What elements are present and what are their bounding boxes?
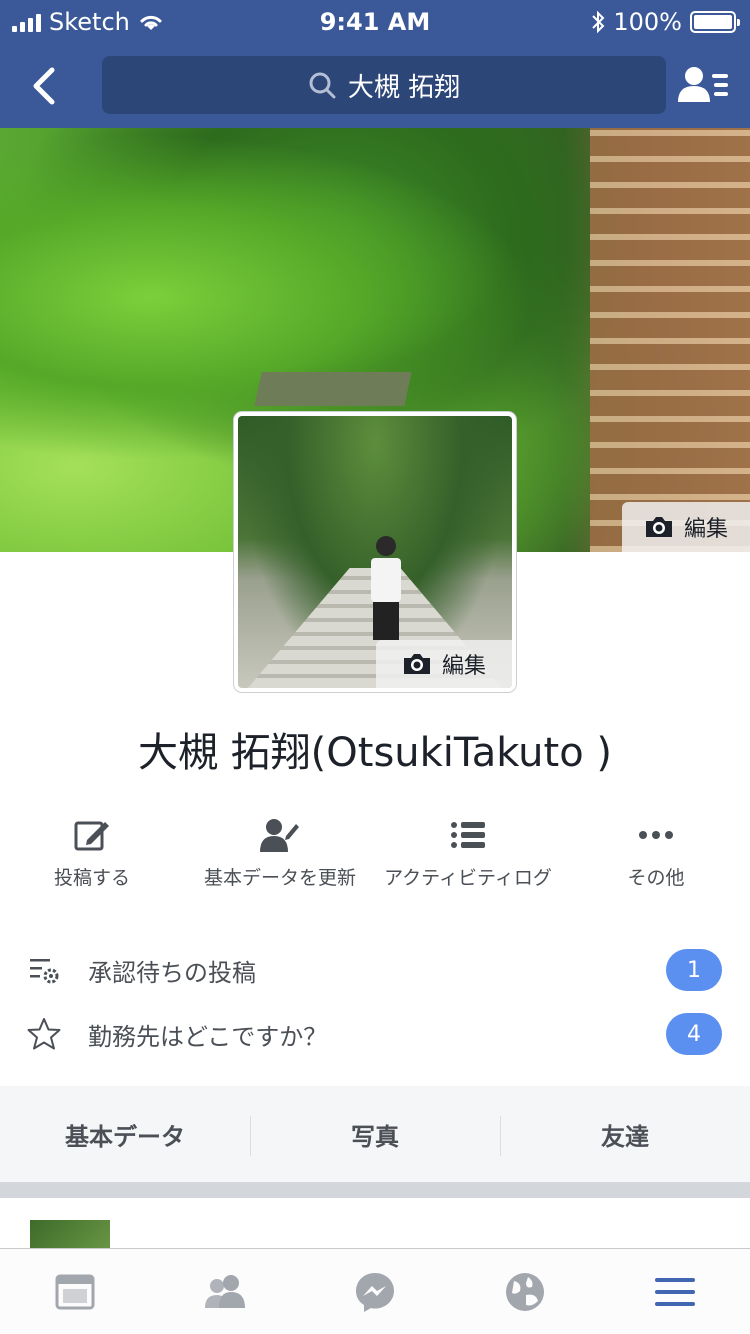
cover-building bbox=[590, 128, 750, 552]
profile-actions: 投稿する 基本データを更新 アクティビティログ その他 bbox=[0, 810, 750, 920]
tab-about[interactable]: 基本データ bbox=[0, 1086, 250, 1182]
camera-icon bbox=[645, 517, 672, 537]
news-feed-icon bbox=[55, 1274, 95, 1309]
action-post[interactable]: 投稿する bbox=[2, 810, 182, 891]
friends-icon bbox=[205, 1274, 245, 1308]
star-icon bbox=[27, 1018, 61, 1050]
cover-edit-button[interactable]: 編集 bbox=[622, 502, 750, 552]
tab-friend-requests[interactable] bbox=[150, 1249, 300, 1334]
profile-name: 大槻 拓翔(OtsukiTakuto ) bbox=[137, 730, 613, 776]
tab-messenger[interactable] bbox=[300, 1249, 450, 1334]
messenger-icon bbox=[356, 1272, 394, 1312]
photo-person bbox=[370, 536, 402, 640]
edit-icon bbox=[74, 821, 109, 851]
menu-icon bbox=[655, 1277, 695, 1306]
search-text: 大槻 拓翔 bbox=[347, 72, 461, 103]
tab-notifications[interactable] bbox=[450, 1249, 600, 1334]
pending-posts-label: 承認待ちの投稿 bbox=[88, 958, 256, 987]
section-divider bbox=[0, 1182, 750, 1198]
battery-fill bbox=[694, 15, 732, 29]
workplace-prompt-row[interactable]: 勤務先はどこですか？ 4 bbox=[0, 1002, 750, 1066]
pending-posts-row[interactable]: 承認待ちの投稿 1 bbox=[0, 938, 750, 1002]
search-input[interactable]: 大槻 拓翔 bbox=[102, 56, 666, 114]
bottom-tab-bar bbox=[0, 1248, 750, 1334]
bluetooth-icon bbox=[592, 10, 605, 34]
settings-list-icon bbox=[30, 959, 59, 984]
pending-posts-badge: 1 bbox=[666, 949, 722, 991]
tab-news-feed[interactable] bbox=[0, 1249, 150, 1334]
profile-tabs: 基本データ 写真 友達 bbox=[0, 1086, 750, 1182]
tab-photos[interactable]: 写真 bbox=[250, 1086, 500, 1182]
status-bar: Sketch 9:41 AM 100% bbox=[0, 0, 750, 44]
profile-picture-edit-button[interactable]: 編集 bbox=[376, 640, 512, 688]
list-icon bbox=[451, 822, 485, 848]
nav-bar: 大槻 拓翔 bbox=[0, 44, 750, 128]
profile-edit-label: 編集 bbox=[441, 654, 486, 679]
action-activity-log[interactable]: アクティビティログ bbox=[378, 810, 558, 891]
more-icon bbox=[639, 831, 673, 839]
globe-icon bbox=[506, 1272, 544, 1311]
tab-menu[interactable] bbox=[600, 1249, 750, 1334]
tab-friends[interactable]: 友達 bbox=[500, 1086, 750, 1182]
search-icon bbox=[309, 72, 336, 99]
action-update-info-label: 基本データを更新 bbox=[203, 867, 356, 889]
cover-edit-label: 編集 bbox=[683, 517, 728, 542]
action-more-label: その他 bbox=[627, 867, 685, 889]
battery-percent: 100% bbox=[613, 8, 682, 36]
action-activity-log-label: アクティビティログ bbox=[384, 867, 552, 889]
person-edit-icon bbox=[260, 819, 299, 852]
workplace-prompt-label: 勤務先はどこですか？ bbox=[88, 1022, 328, 1051]
action-post-label: 投稿する bbox=[53, 867, 130, 889]
action-update-info[interactable]: 基本データを更新 bbox=[190, 810, 370, 891]
action-more[interactable]: その他 bbox=[566, 810, 746, 891]
camera-icon bbox=[403, 654, 430, 674]
workplace-prompt-badge: 4 bbox=[666, 1013, 722, 1055]
back-button[interactable] bbox=[22, 62, 70, 110]
cover-roof bbox=[254, 372, 412, 406]
friends-list-button[interactable] bbox=[676, 62, 732, 110]
battery-icon bbox=[690, 11, 740, 33]
